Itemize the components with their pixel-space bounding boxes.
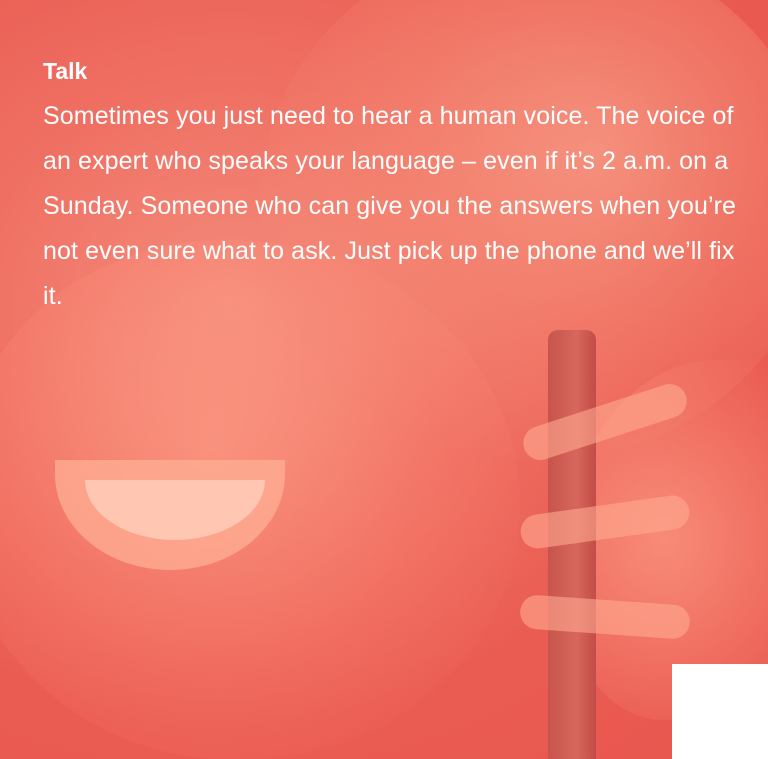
card-body: Sometimes you just need to hear a human … — [43, 102, 737, 310]
card-copy: Talk Sometimes you just need to hear a h… — [43, 54, 743, 319]
talk-card: Talk Sometimes you just need to hear a h… — [0, 0, 768, 759]
card-title: Talk — [43, 58, 88, 84]
corner-blank-panel — [672, 664, 768, 759]
